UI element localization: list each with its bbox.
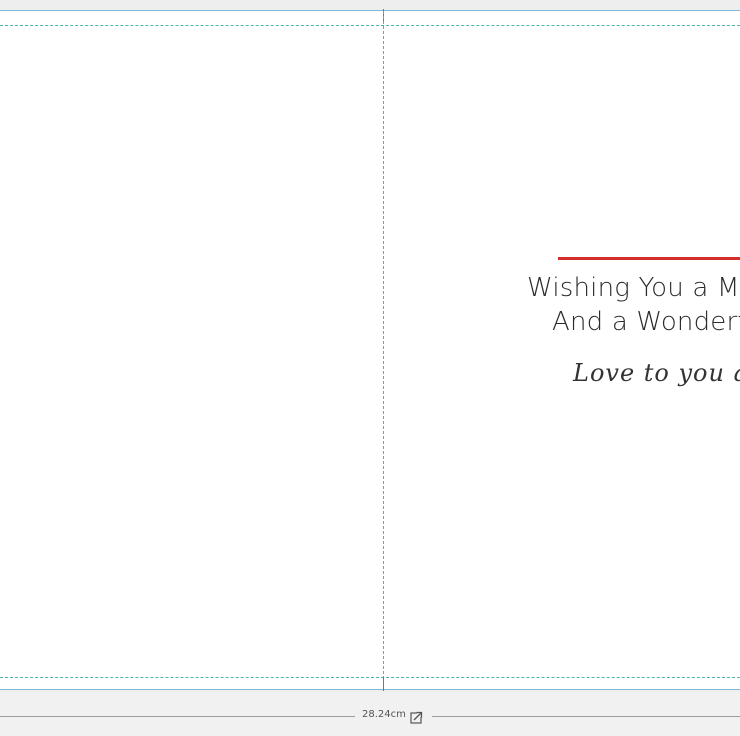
design-canvas: Wishing You a Me And a Wonderf Love to y… [0, 0, 740, 736]
fold-marker-bottom [383, 677, 384, 691]
canvas-top-gutter [0, 0, 740, 10]
greeting-text-line-1[interactable]: Wishing You a Me [527, 273, 740, 303]
ruler-line-left [0, 716, 355, 717]
width-ruler: 28.24cm [0, 692, 740, 736]
signature-text[interactable]: Love to you and [573, 359, 740, 387]
resize-icon[interactable] [410, 709, 423, 724]
width-label: 28.24cm [362, 709, 406, 720]
fold-guide [383, 11, 384, 689]
bleed-guide-bottom [0, 677, 740, 678]
bleed-guide-top [0, 25, 740, 26]
accent-rule[interactable] [558, 257, 740, 260]
card-spread[interactable]: Wishing You a Me And a Wonderf Love to y… [0, 9, 740, 691]
ruler-line-right [432, 716, 740, 717]
greeting-text-line-2[interactable]: And a Wonderf [552, 307, 740, 337]
